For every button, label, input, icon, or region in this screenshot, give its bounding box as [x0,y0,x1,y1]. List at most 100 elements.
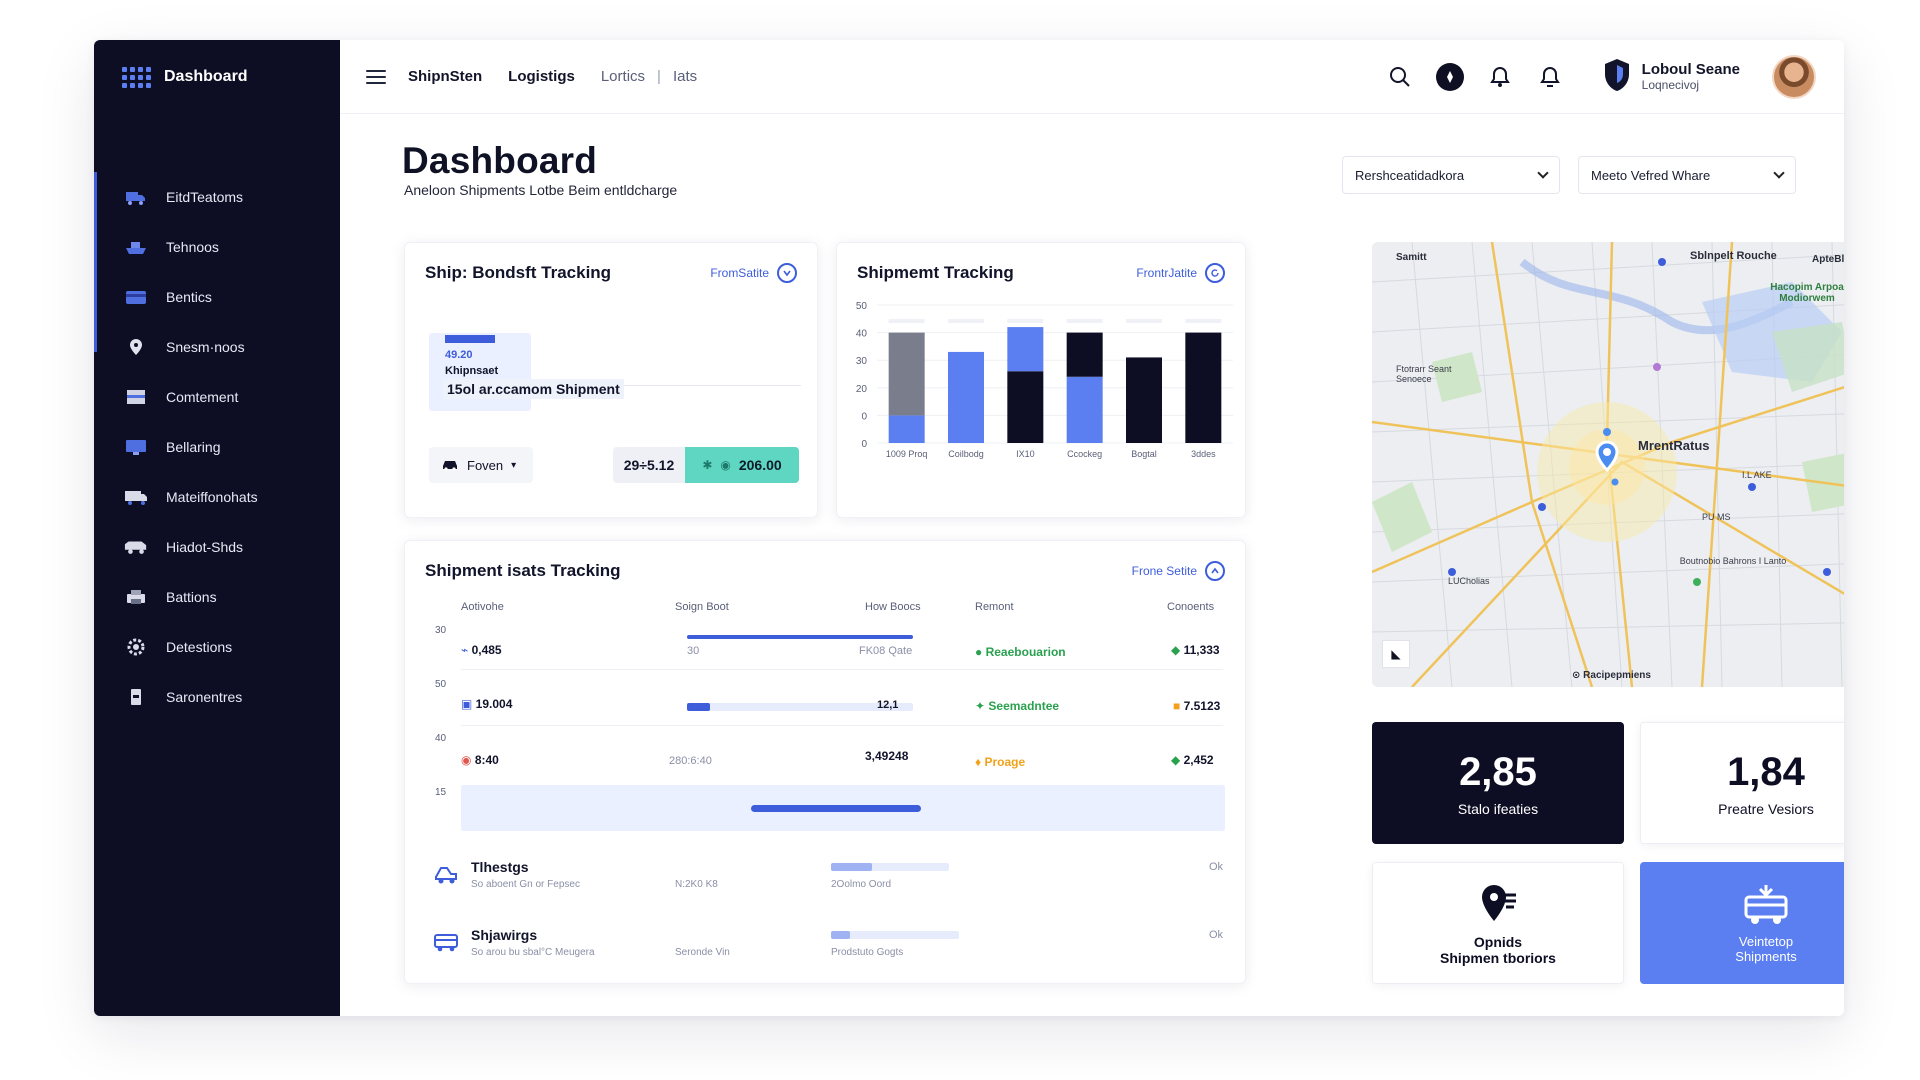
sidebar-item-label: Bentics [166,289,212,305]
layers-icon[interactable]: ◣ [1382,640,1410,668]
sidebar-item-label: Saronentres [166,689,243,705]
map-label: I.L AKE [1742,470,1772,480]
action-sub: Shipmen tboriors [1440,949,1556,966]
x-tick-label: IX10 [1016,449,1035,459]
bar-cap [1007,319,1044,323]
row-status: ✦ Seemadntee [975,699,1059,713]
map-panel[interactable]: Samitt Sblnpelt Rouche ApteBlossoke Haco… [1372,242,1844,687]
sidebar-item-9[interactable]: Detestions [94,622,340,672]
page-title: Dashboard [402,140,598,181]
brand[interactable]: Dashboard [94,40,340,114]
card-link-label: FrontrJatite [1136,266,1197,280]
brand-name: Dashboard [164,68,248,85]
card-link[interactable]: Frone Setite [1132,561,1225,581]
top-actions: Loboul Seane Loqnecivoj [1386,40,1816,114]
sidebar-item-8[interactable]: Battions [94,572,340,622]
row-divider [461,725,1223,726]
row-divider [461,669,1223,670]
filter-label: Foven [467,457,504,473]
top-nav-item-2[interactable]: Lortics [601,68,645,85]
column-header[interactable]: Soign Boot [675,601,729,613]
row-id: ▣ 19.004 [461,697,512,711]
sidebar-item-4[interactable]: Comtement [94,372,340,422]
truck-icon [124,188,148,206]
action-sub: Shipments [1735,948,1797,964]
avatar[interactable] [1772,55,1816,99]
ship-tracking-card: Ship: Bondsft Tracking FromSatite 49.20 … [404,242,818,518]
search-icon[interactable] [1386,63,1414,91]
progress-track [831,863,949,871]
list-bar-label: Prodstuto Gogts [831,947,904,958]
list-bar-label: 2Oolmo Oord [831,879,892,890]
action-tile-optimize[interactable]: Opnids Shipmen tboriors [1372,862,1624,984]
sidebar-nav: EitdTeatoms Tehnoos Bentics Snesm·noos C… [94,172,340,722]
map-label: Hacopim Arpoa Modiorwem [1770,282,1844,304]
y-tick-label: 20 [856,384,868,395]
card-title: Shipmemt Tracking [857,263,1014,282]
scroll-indicator[interactable] [751,805,921,812]
list-title: Tlhestgs [471,859,529,875]
map-footer-text: Racipepmiens [1583,670,1651,681]
sidebar: Dashboard EitdTeatoms Tehnoos Bentics Sn… [94,40,340,1016]
row-meta: FK08 Qate [859,645,913,657]
action-tile-vehicles[interactable]: Veintetop Shipments [1640,862,1844,984]
car-icon [441,457,459,474]
sidebar-item-7[interactable]: Hiadot-Shds [94,522,340,572]
action-title: Opnids [1473,933,1523,950]
map-canvas [1372,242,1844,687]
row-mid: 280:6:40 [669,755,712,767]
sidebar-item-label: EitdTeatoms [166,189,244,205]
sidebar-item-2[interactable]: Bentics [94,272,340,322]
sidebar-item-10[interactable]: Saronentres [94,672,340,722]
stat-tile-primary[interactable]: 2,85 Stalo ifeaties [1372,722,1624,844]
compass-icon[interactable] [1435,63,1464,91]
bell-icon[interactable] [1486,63,1514,91]
location-pin-icon [124,338,148,356]
column-header[interactable]: Remont [975,601,1014,613]
highlight-band [461,785,1225,831]
x-tick-label: Coilbodg [948,449,984,459]
map-label: PU MS [1702,512,1731,522]
filter-dropdown[interactable]: Foven ▾ [429,447,533,483]
sidebar-item-label: Tehnoos [166,239,219,255]
user-menu[interactable]: Loboul Seane Loqnecivoj [1602,55,1816,99]
row-status: ♦ Proage [975,755,1025,769]
row-amount-text: 2,452 [1183,753,1214,767]
map-label: Samitt [1396,252,1427,263]
row-id-text: 0,485 [471,643,502,657]
bar-segment [1185,332,1222,443]
sidebar-item-1[interactable]: Tehnoos [94,222,340,272]
range-right: 206.00 [738,457,782,473]
column-header[interactable]: Aotivohe [461,601,504,613]
select-filter-1[interactable]: Rershceatidadkora [1342,156,1560,194]
stat-value: 1,84 [1727,749,1805,794]
column-header[interactable]: How Boocs [865,601,921,613]
select-filter-2[interactable]: Meeto Vefred Whare [1578,156,1796,194]
top-nav-item-4[interactable]: Iats [673,68,697,85]
sidebar-item-6[interactable]: Mateiffonohats [94,472,340,522]
bar-segment [1007,371,1044,443]
top-nav-item-0[interactable]: ShipnSten [408,68,482,85]
row-amount-text: 11,333 [1183,643,1220,657]
notification-icon[interactable] [1536,63,1564,91]
sidebar-item-label: Battions [166,589,217,605]
mini-bar [445,335,495,343]
stat-tile-secondary[interactable]: 1,84 Preatre Vesiors [1640,722,1844,844]
sidebar-item-3[interactable]: Snesm·noos [94,322,340,372]
bar-cap [948,319,984,323]
bar-cap [1066,319,1103,323]
top-nav: ShipnSten Logistigs Lortics | Iats [408,68,697,85]
bar-cap [1185,319,1222,323]
top-nav-item-1[interactable]: Logistigs [508,68,575,85]
sidebar-item-0[interactable]: EitdTeatoms [94,172,340,222]
card-link[interactable]: FromSatite [710,263,797,283]
sidebar-item-5[interactable]: Bellaring [94,422,340,472]
range-chip[interactable]: 29÷5.12 ✱ ◉ 206.00 [613,447,799,483]
van-icon [124,538,148,556]
progress-fill [687,635,913,639]
card-title: Ship: Bondsft Tracking [425,263,612,282]
column-header[interactable]: Conoents [1167,601,1214,613]
stat-label: Preatre Vesiors [1718,800,1814,817]
card-link[interactable]: FrontrJatite [1136,263,1225,283]
menu-icon[interactable] [366,69,386,84]
